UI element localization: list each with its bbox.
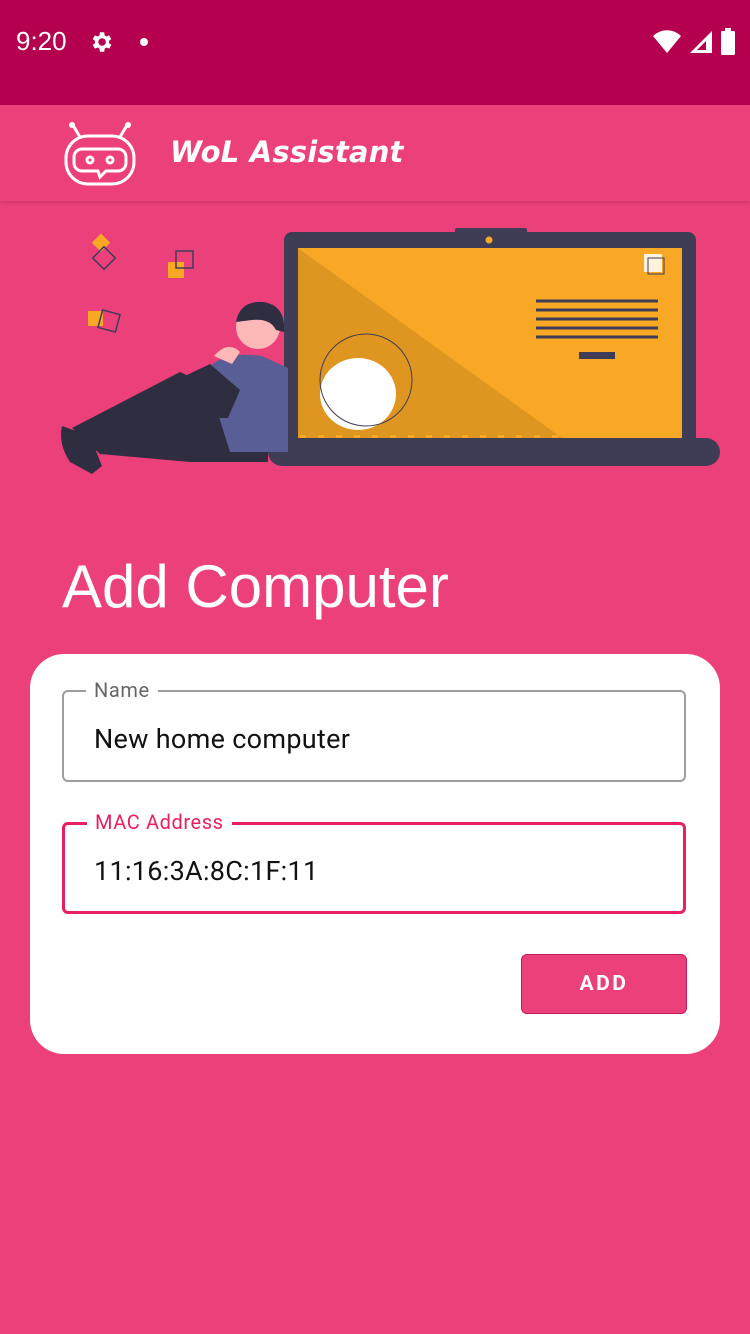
add-button[interactable]: ADD (521, 954, 687, 1014)
robot-chat-icon (60, 119, 140, 193)
page-title: Add Computer (62, 553, 449, 620)
name-field-value[interactable]: New home computer (94, 722, 350, 756)
status-bar: 9:20 (0, 0, 750, 105)
add-computer-card: Name New home computer MAC Address 11:16… (30, 654, 720, 1054)
status-time: 9:20 (16, 26, 67, 56)
app-title: WoL Assistant (170, 135, 404, 169)
signal-icon (688, 29, 714, 59)
person-illustration (61, 301, 288, 474)
mac-address-field-label: MAC Address (87, 810, 232, 834)
hero-illustration (0, 222, 750, 486)
mac-address-field[interactable]: MAC Address 11:16:3A:8C:1F:11 (62, 810, 686, 914)
wifi-icon (652, 29, 682, 59)
name-field-label: Name (86, 678, 158, 702)
notification-dot-icon (140, 38, 148, 46)
gear-icon (88, 29, 114, 59)
name-field[interactable]: Name New home computer (62, 678, 686, 782)
laptop-icon (268, 228, 720, 466)
mac-address-field-value[interactable]: 11:16:3A:8C:1F:11 (94, 854, 318, 888)
decorative-squares-icon (88, 233, 194, 333)
status-icons (652, 28, 736, 60)
battery-icon (720, 28, 736, 60)
app-bar: WoL Assistant (0, 105, 750, 201)
